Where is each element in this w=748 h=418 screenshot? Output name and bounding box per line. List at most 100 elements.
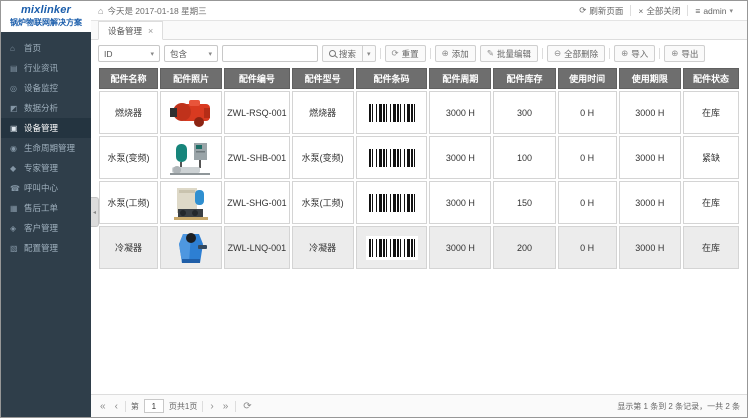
divider <box>659 48 660 59</box>
status-badge: 在库 <box>683 226 739 269</box>
batch-edit-button[interactable]: ✎ 批量编辑 <box>480 45 538 62</box>
chevron-down-icon: ▾ <box>150 50 154 58</box>
sidebar-item-industry-news[interactable]: ▤行业资讯 <box>1 58 91 78</box>
table-row[interactable]: 水泵(工频) ZWL-SH <box>99 181 739 224</box>
export-icon: ⊕ <box>671 48 678 59</box>
cell-usage-limit: 3000 H <box>619 226 681 269</box>
cell-part-name: 燃烧器 <box>99 91 158 134</box>
user-menu[interactable]: ≡ admin ▾ <box>688 6 740 16</box>
cell-part-photo <box>160 181 222 224</box>
customer-icon: ◈ <box>10 224 21 233</box>
red-burner-photo <box>168 96 214 130</box>
first-page-button[interactable]: « <box>98 401 108 412</box>
refresh-table-icon[interactable]: ⟳ <box>241 401 253 412</box>
delete-all-button[interactable]: ⊖ 全部删除 <box>547 45 605 62</box>
sidebar-collapse-handle[interactable]: ◂ <box>91 197 99 227</box>
cell-part-photo <box>160 136 222 179</box>
cell-usage-limit: 3000 H <box>619 181 681 224</box>
header-part-name[interactable]: 配件名称 <box>99 68 158 89</box>
cell-part-cycle: 3000 H <box>429 181 491 224</box>
cell-used-time: 0 H <box>558 181 617 224</box>
blue-condenser-photo <box>168 229 214 267</box>
header-part-code[interactable]: 配件编号 <box>224 68 289 89</box>
field-select[interactable]: ID ▾ <box>98 45 160 62</box>
header-part-model[interactable]: 配件型号 <box>292 68 354 89</box>
tab-device-management[interactable]: 设备管理 × <box>98 21 163 40</box>
operator-select[interactable]: 包含 ▾ <box>164 45 218 62</box>
header-part-barcode[interactable]: 配件条码 <box>356 68 428 89</box>
table-row[interactable]: 燃烧器 ZWL-RSQ-001 燃烧 <box>99 91 739 134</box>
page-number-input[interactable] <box>144 399 164 413</box>
close-icon: × <box>638 6 643 16</box>
add-button[interactable]: ⊕ 添加 <box>435 45 476 62</box>
refresh-page-button[interactable]: ⟳ 刷新页面 <box>572 5 630 17</box>
reset-icon: ⟳ <box>392 48 399 59</box>
barcode-image <box>366 146 418 170</box>
sidebar-item-lifecycle[interactable]: ◉生命周期管理 <box>1 138 91 158</box>
work-order-icon: ▦ <box>10 204 21 213</box>
prev-page-button[interactable]: ‹ <box>113 401 120 412</box>
cell-part-code: ZWL-SHB-001 <box>224 136 289 179</box>
import-icon: ⊕ <box>621 48 628 59</box>
chevron-down-icon: ▾ <box>367 50 371 58</box>
table-row[interactable]: 水泵(变频) <box>99 136 739 179</box>
cell-used-time: 0 H <box>558 136 617 179</box>
next-page-button[interactable]: › <box>208 401 215 412</box>
tab-label: 设备管理 <box>108 25 142 37</box>
cell-part-code: ZWL-LNQ-001 <box>224 226 289 269</box>
sidebar-item-label: 生命周期管理 <box>24 142 75 154</box>
home-icon: ⌂ <box>98 6 103 16</box>
cell-part-cycle: 3000 H <box>429 91 491 134</box>
header-part-cycle[interactable]: 配件周期 <box>429 68 491 89</box>
sidebar-item-device-management[interactable]: ▣设备管理 <box>1 118 91 138</box>
close-all-button[interactable]: × 全部关闭 <box>631 5 687 17</box>
export-button[interactable]: ⊕ 导出 <box>664 45 705 62</box>
expert-icon: ◆ <box>10 164 21 173</box>
analytics-icon: ◩ <box>10 104 21 113</box>
sidebar-item-label: 首页 <box>24 42 41 54</box>
barcode-image <box>366 191 418 215</box>
tab-close-icon[interactable]: × <box>148 26 153 36</box>
sidebar-item-home[interactable]: ⌂首页 <box>1 38 91 58</box>
sidebar-item-expert-management[interactable]: ◆专家管理 <box>1 158 91 178</box>
page-prefix-label: 第 <box>131 401 139 412</box>
sidebar-item-work-orders[interactable]: ▦售后工单 <box>1 198 91 218</box>
sidebar-item-device-monitor[interactable]: ◎设备监控 <box>1 78 91 98</box>
sidebar-item-label: 专家管理 <box>24 162 58 174</box>
status-badge: 在库 <box>683 91 739 134</box>
pager-controls: « ‹ 第 页共1页 › » ⟳ <box>98 399 254 413</box>
header-part-stock[interactable]: 配件库存 <box>493 68 555 89</box>
sidebar-item-label: 数据分析 <box>24 102 58 114</box>
chevron-down-icon: ▾ <box>729 7 733 15</box>
search-options-button[interactable]: ▾ <box>363 45 376 62</box>
header-used-time[interactable]: 使用时间 <box>558 68 617 89</box>
topbar-actions: ⟳ 刷新页面 × 全部关闭 ≡ admin ▾ <box>572 5 740 17</box>
brand-tagline: 锅炉物联网解决方案 <box>3 17 89 28</box>
sidebar-item-customer-management[interactable]: ◈客户管理 <box>1 218 91 238</box>
cell-part-model: 水泵(变频) <box>292 136 354 179</box>
search-input[interactable] <box>222 45 318 62</box>
sidebar-item-config-management[interactable]: ▧配置管理 <box>1 238 91 258</box>
phone-icon: ☎ <box>10 184 21 193</box>
pagination-bar: « ‹ 第 页共1页 › » ⟳ 显示第 1 条到 2 条记录，一共 2 条 <box>91 394 747 417</box>
header-part-status[interactable]: 配件状态 <box>683 68 739 89</box>
sidebar-item-data-analysis[interactable]: ◩数据分析 <box>1 98 91 118</box>
username: admin <box>703 6 726 16</box>
search-button[interactable]: 搜索 <box>322 45 363 62</box>
last-page-button[interactable]: » <box>221 401 231 412</box>
table-row[interactable]: 冷凝器 ZWL-LNQ-001 冷凝器 <box>99 226 739 269</box>
cell-part-model: 燃烧器 <box>292 91 354 134</box>
divider <box>125 401 126 412</box>
reset-button[interactable]: ⟳ 重置 <box>385 45 426 62</box>
import-button[interactable]: ⊕ 导入 <box>614 45 655 62</box>
cell-part-stock: 200 <box>493 226 555 269</box>
header-part-photo[interactable]: 配件照片 <box>160 68 222 89</box>
divider <box>235 401 236 412</box>
sidebar-item-call-center[interactable]: ☎呼叫中心 <box>1 178 91 198</box>
main-area: ◂ ⌂ 今天是 2017-01-18 星期三 ⟳ 刷新页面 × 全部关闭 ≡ a… <box>91 1 747 417</box>
cell-part-barcode <box>356 181 428 224</box>
sidebar: mixlinker 锅炉物联网解决方案 ⌂首页 ▤行业资讯 ◎设备监控 ◩数据分… <box>1 1 91 417</box>
home-icon: ⌂ <box>10 44 21 53</box>
header-usage-limit[interactable]: 使用期限 <box>619 68 681 89</box>
top-bar: ⌂ 今天是 2017-01-18 星期三 ⟳ 刷新页面 × 全部关闭 ≡ adm… <box>91 1 747 21</box>
